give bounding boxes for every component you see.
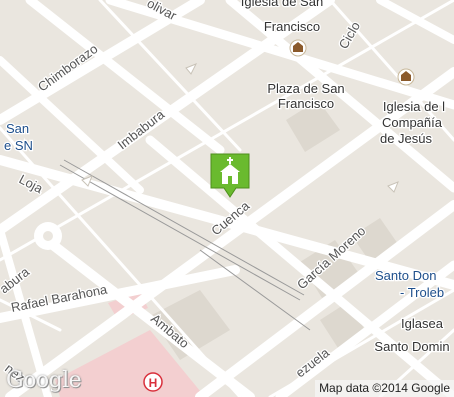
transit-label-santo-line1: Santo Don: [375, 268, 436, 283]
map-canvas[interactable]: Chimborazo olivar Imbabura Loja abura Ra…: [0, 0, 454, 397]
transit-label-santo-line2: - Troleb: [400, 285, 444, 300]
poi-label-compania-line1: Iglesia de l: [383, 99, 445, 114]
map-view[interactable]: Chimborazo olivar Imbabura Loja abura Ra…: [0, 0, 454, 397]
landmark-icon[interactable]: [397, 68, 415, 86]
poi-label-iglesia-top: Iglesia de San: [241, 0, 323, 9]
transit-label-san-line2: e SN: [4, 138, 33, 153]
svg-text:H: H: [149, 376, 158, 390]
landmark-icon[interactable]: [289, 39, 307, 57]
hospital-icon[interactable]: H: [143, 372, 163, 392]
map-data-attribution[interactable]: Map data ©2014 Google: [315, 380, 454, 397]
roundabout-center: [43, 231, 53, 241]
poi-label-compania-line3: de Jesús: [380, 131, 433, 146]
transit-label-san-line1: San: [6, 121, 29, 136]
poi-label-plaza-line1: Plaza de San: [267, 81, 344, 96]
google-logo: Google: [6, 368, 82, 393]
poi-label-iglesia-sd-line2: Santo Domin: [374, 339, 449, 354]
poi-label-francisco: Francisco: [264, 19, 320, 34]
poi-label-plaza-line2: Francisco: [278, 96, 334, 111]
poi-label-compania-line2: Compañía: [382, 115, 443, 130]
poi-label-iglesia-sd-line1: Iglasea: [401, 316, 444, 331]
